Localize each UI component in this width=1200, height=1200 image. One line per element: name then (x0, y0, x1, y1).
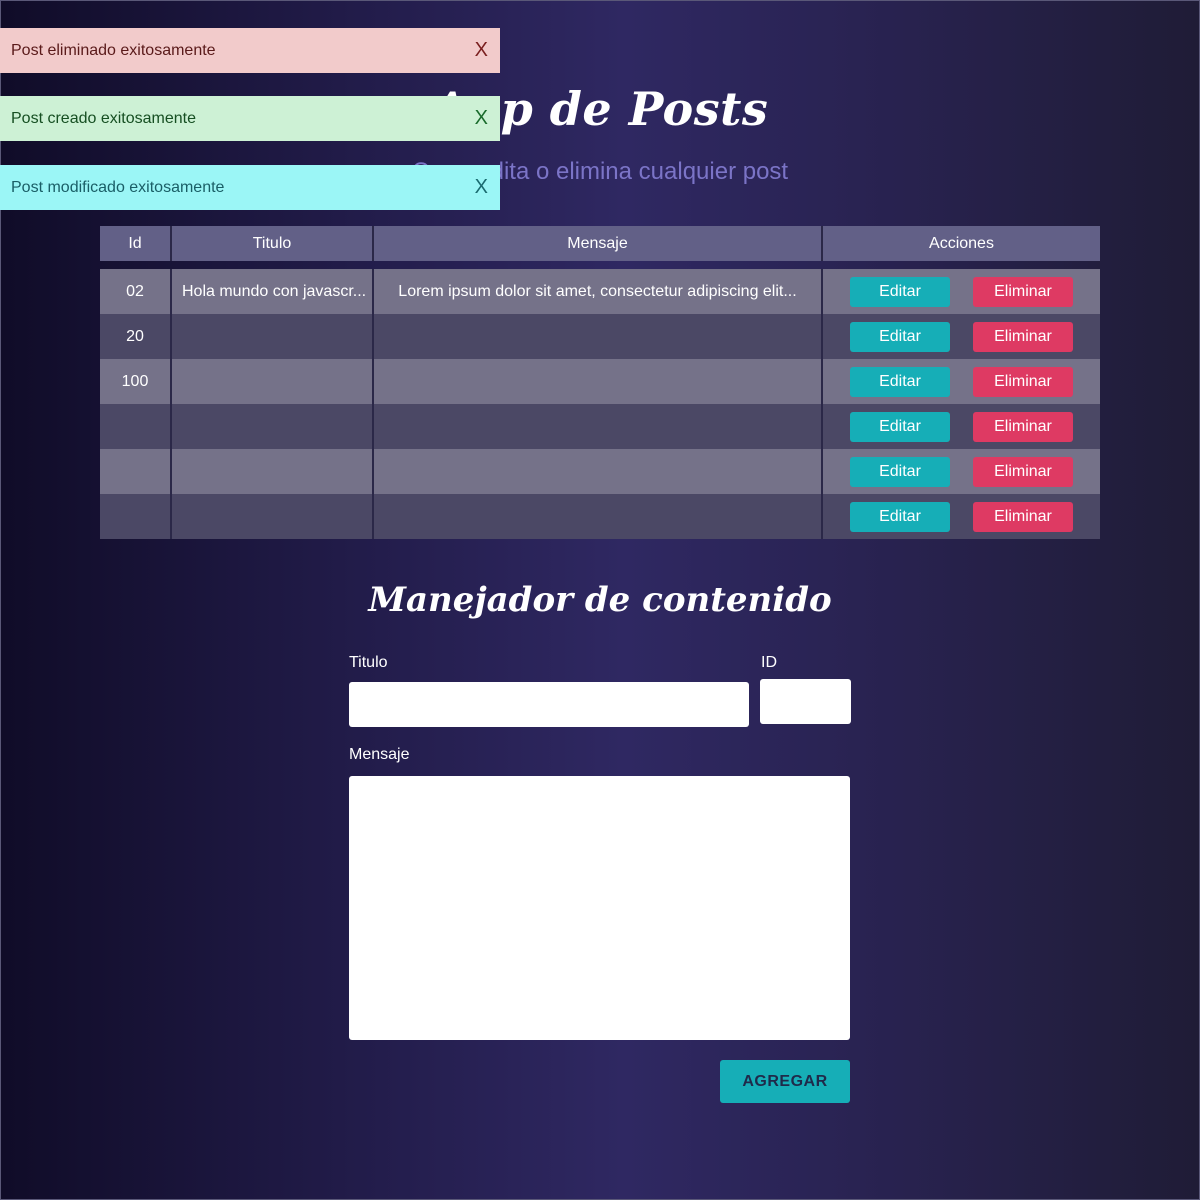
row-message-cell (372, 314, 821, 359)
row-message-cell (372, 404, 821, 449)
mensaje-textarea[interactable] (349, 776, 850, 1040)
edit-button[interactable]: Editar (850, 456, 950, 487)
toast-deleted-text: Post eliminado exitosamente (11, 41, 216, 59)
id-label: ID (761, 654, 777, 671)
row-message-cell: Lorem ipsum dolor sit amet, consectetur … (372, 269, 821, 314)
table-row: Editar Eliminar (100, 449, 1100, 494)
row-title-cell (170, 404, 372, 449)
toast-created-text: Post creado exitosamente (11, 109, 196, 127)
table-row: Editar Eliminar (100, 404, 1100, 449)
delete-button[interactable]: Eliminar (973, 411, 1073, 442)
toast-deleted: Post eliminado exitosamente X (0, 28, 500, 73)
row-id: 20 (126, 327, 144, 345)
header-id: Id (128, 234, 142, 252)
delete-button[interactable]: Eliminar (973, 456, 1073, 487)
edit-button[interactable]: Editar (850, 501, 950, 532)
header-actions: Acciones (821, 226, 1100, 261)
id-input[interactable] (760, 679, 851, 724)
header-title: Titulo (170, 226, 372, 261)
table-header: Id Titulo Mensaje Acciones (100, 226, 1100, 261)
header-message: Mensaje (372, 226, 821, 261)
row-title-cell (170, 494, 372, 539)
row-message-cell (372, 359, 821, 404)
row-actions: Editar Eliminar (821, 404, 1100, 449)
row-message-cell (372, 494, 821, 539)
row-title-cell (170, 359, 372, 404)
table-row: 02 Hola mundo con javascr... Lorem ipsum… (100, 269, 1100, 314)
table-row: 100 Editar Eliminar (100, 359, 1100, 404)
delete-button[interactable]: Eliminar (973, 276, 1073, 307)
row-id (100, 449, 170, 494)
row-actions: Editar Eliminar (821, 449, 1100, 494)
row-message: Lorem ipsum dolor sit amet, consectetur … (398, 282, 797, 300)
header-gap (100, 261, 1100, 269)
table-row: Editar Eliminar (100, 494, 1100, 539)
add-button[interactable]: AGREGAR (720, 1060, 850, 1103)
delete-button[interactable]: Eliminar (973, 366, 1073, 397)
toast-created-close-icon[interactable]: X (475, 107, 488, 130)
edit-button[interactable]: Editar (850, 321, 950, 352)
row-id: 100 (121, 372, 149, 390)
titulo-label: Titulo (349, 654, 388, 671)
delete-button[interactable]: Eliminar (973, 321, 1073, 352)
row-id (100, 494, 170, 539)
row-actions: Editar Eliminar (821, 494, 1100, 539)
form-title: Manejador de contenido (368, 580, 832, 620)
toast-modified-close-icon[interactable]: X (475, 176, 488, 199)
delete-button[interactable]: Eliminar (973, 501, 1073, 532)
row-title-cell: Hola mundo con javascr... (170, 269, 372, 314)
edit-button[interactable]: Editar (850, 276, 950, 307)
row-id (100, 404, 170, 449)
mensaje-label: Mensaje (349, 746, 410, 763)
row-actions: Editar Eliminar (821, 359, 1100, 404)
table-row: 20 Editar Eliminar (100, 314, 1100, 359)
toast-created: Post creado exitosamente X (0, 96, 500, 141)
posts-table: Id Titulo Mensaje Acciones 02 Hola mundo… (100, 226, 1100, 539)
row-actions: Editar Eliminar (821, 314, 1100, 359)
row-title-cell (170, 314, 372, 359)
row-id: 02 (126, 282, 144, 300)
row-title: Hola mundo con javascr... (182, 282, 367, 300)
toast-deleted-close-icon[interactable]: X (475, 39, 488, 62)
row-message-cell (372, 449, 821, 494)
edit-button[interactable]: Editar (850, 411, 950, 442)
toast-modified-text: Post modificado exitosamente (11, 178, 225, 196)
row-title-cell (170, 449, 372, 494)
titulo-input[interactable] (349, 682, 749, 727)
edit-button[interactable]: Editar (850, 366, 950, 397)
toast-modified: Post modificado exitosamente X (0, 165, 500, 210)
row-actions: Editar Eliminar (821, 269, 1100, 314)
